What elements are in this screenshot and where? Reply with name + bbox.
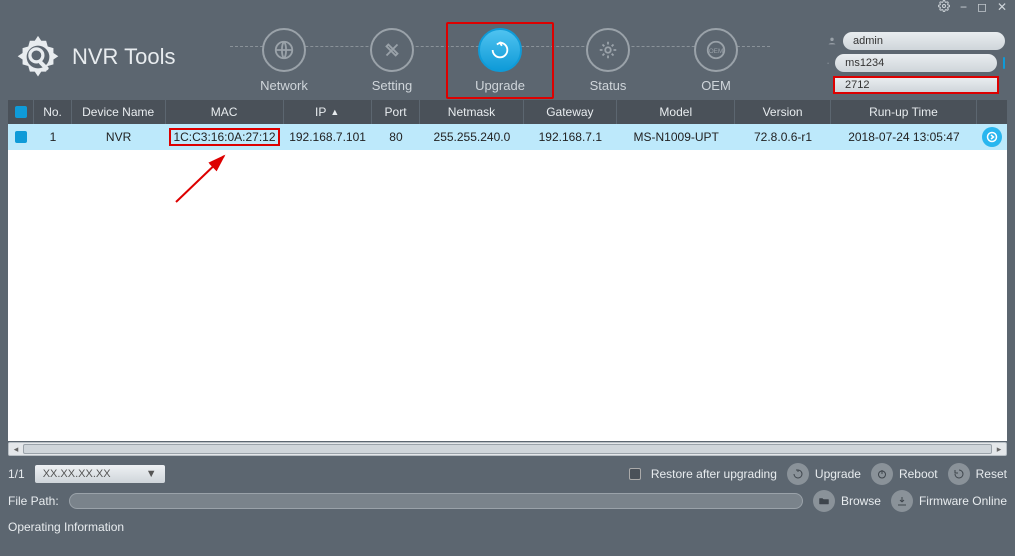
row-checkbox[interactable] [15,131,27,143]
nav-label: Upgrade [475,78,525,93]
nav-label: Setting [372,78,412,93]
nav-label: Network [260,78,308,93]
upgrade-icon [787,463,809,485]
lock-icon [827,56,829,70]
device-table: No. Device Name MAC IP Port Netmask Gate… [8,100,1007,441]
file-path-input[interactable] [69,493,803,509]
header-port[interactable]: Port [372,100,421,124]
scroll-right-icon[interactable]: ▸ [992,443,1006,455]
folder-icon [813,490,835,512]
remember-checkbox[interactable] [1003,57,1005,69]
search-input[interactable] [833,76,999,94]
password-input[interactable] [835,54,997,72]
nav-setting[interactable]: Setting [338,28,446,93]
cell-version: 72.8.0.6-r1 [735,124,831,150]
browse-button[interactable]: Browse [813,490,881,512]
nav-label: Status [590,78,627,93]
row-action-button[interactable] [982,127,1002,147]
horizontal-scrollbar[interactable]: ◂ ▸ [8,442,1007,456]
close-button[interactable]: ✕ [997,0,1007,14]
reset-button[interactable]: Reset [948,463,1007,485]
minimize-button[interactable]: − [960,0,967,14]
scroll-thumb[interactable] [23,444,992,454]
cell-model: MS-N1009-UPT [617,124,735,150]
user-icon [827,34,837,48]
header-ip[interactable]: IP [284,100,372,124]
gear-search-icon [12,31,64,83]
header-version[interactable]: Version [735,100,831,124]
version-dropdown[interactable]: XX.XX.XX.XX ▼ [35,465,165,483]
table-header: No. Device Name MAC IP Port Netmask Gate… [8,100,1007,124]
select-all-checkbox[interactable] [15,106,27,118]
header-no[interactable]: No. [34,100,72,124]
operating-information-label: Operating Information [8,520,1007,534]
cell-runup: 2018-07-24 13:05:47 [831,124,977,150]
reboot-button[interactable]: Reboot [871,463,938,485]
nav-status[interactable]: Status [554,28,662,93]
status-icon [586,28,630,72]
globe-icon [262,28,306,72]
header-gateway[interactable]: Gateway [524,100,618,124]
app-logo: NVR Tools [12,31,176,83]
nav-upgrade[interactable]: Upgrade [446,22,554,99]
app-title: NVR Tools [72,44,176,70]
firmware-online-button[interactable]: Firmware Online [891,490,1007,512]
tools-icon [370,28,414,72]
settings-icon[interactable] [938,0,950,15]
maximize-button[interactable]: ◻ [977,0,987,14]
header-mac[interactable]: MAC [166,100,284,124]
cell-device-name: NVR [72,124,166,150]
scroll-left-icon[interactable]: ◂ [9,443,23,455]
download-icon [891,490,913,512]
header-device-name[interactable]: Device Name [72,100,166,124]
restore-label: Restore after upgrading [651,467,777,481]
table-row[interactable]: 1 NVR 1C:C3:16:0A:27:12 192.168.7.101 80… [8,124,1007,150]
cell-port: 80 [372,124,421,150]
nav-network[interactable]: Network [230,28,338,93]
svg-text:OEM: OEM [709,48,724,55]
nav-oem[interactable]: OEM OEM [662,28,770,93]
restore-checkbox[interactable] [629,468,641,480]
upgrade-button[interactable]: Upgrade [787,463,861,485]
header-runup[interactable]: Run-up Time [831,100,977,124]
header-model[interactable]: Model [617,100,735,124]
oem-icon: OEM [694,28,738,72]
dropdown-value: XX.XX.XX.XX [43,468,111,480]
upgrade-icon [478,28,522,72]
username-input[interactable] [843,32,1005,50]
chevron-down-icon: ▼ [146,468,157,480]
file-path-label: File Path: [8,494,59,508]
reset-icon [948,463,970,485]
nav-label: OEM [701,78,731,93]
cell-ip: 192.168.7.101 [284,124,372,150]
page-indicator: 1/1 [8,467,25,481]
header-netmask[interactable]: Netmask [420,100,523,124]
cell-gateway: 192.168.7.1 [523,124,617,150]
power-icon [871,463,893,485]
cell-mac: 1C:C3:16:0A:27:12 [169,128,279,146]
cell-no: 1 [34,124,71,150]
cell-netmask: 255.255.240.0 [420,124,523,150]
